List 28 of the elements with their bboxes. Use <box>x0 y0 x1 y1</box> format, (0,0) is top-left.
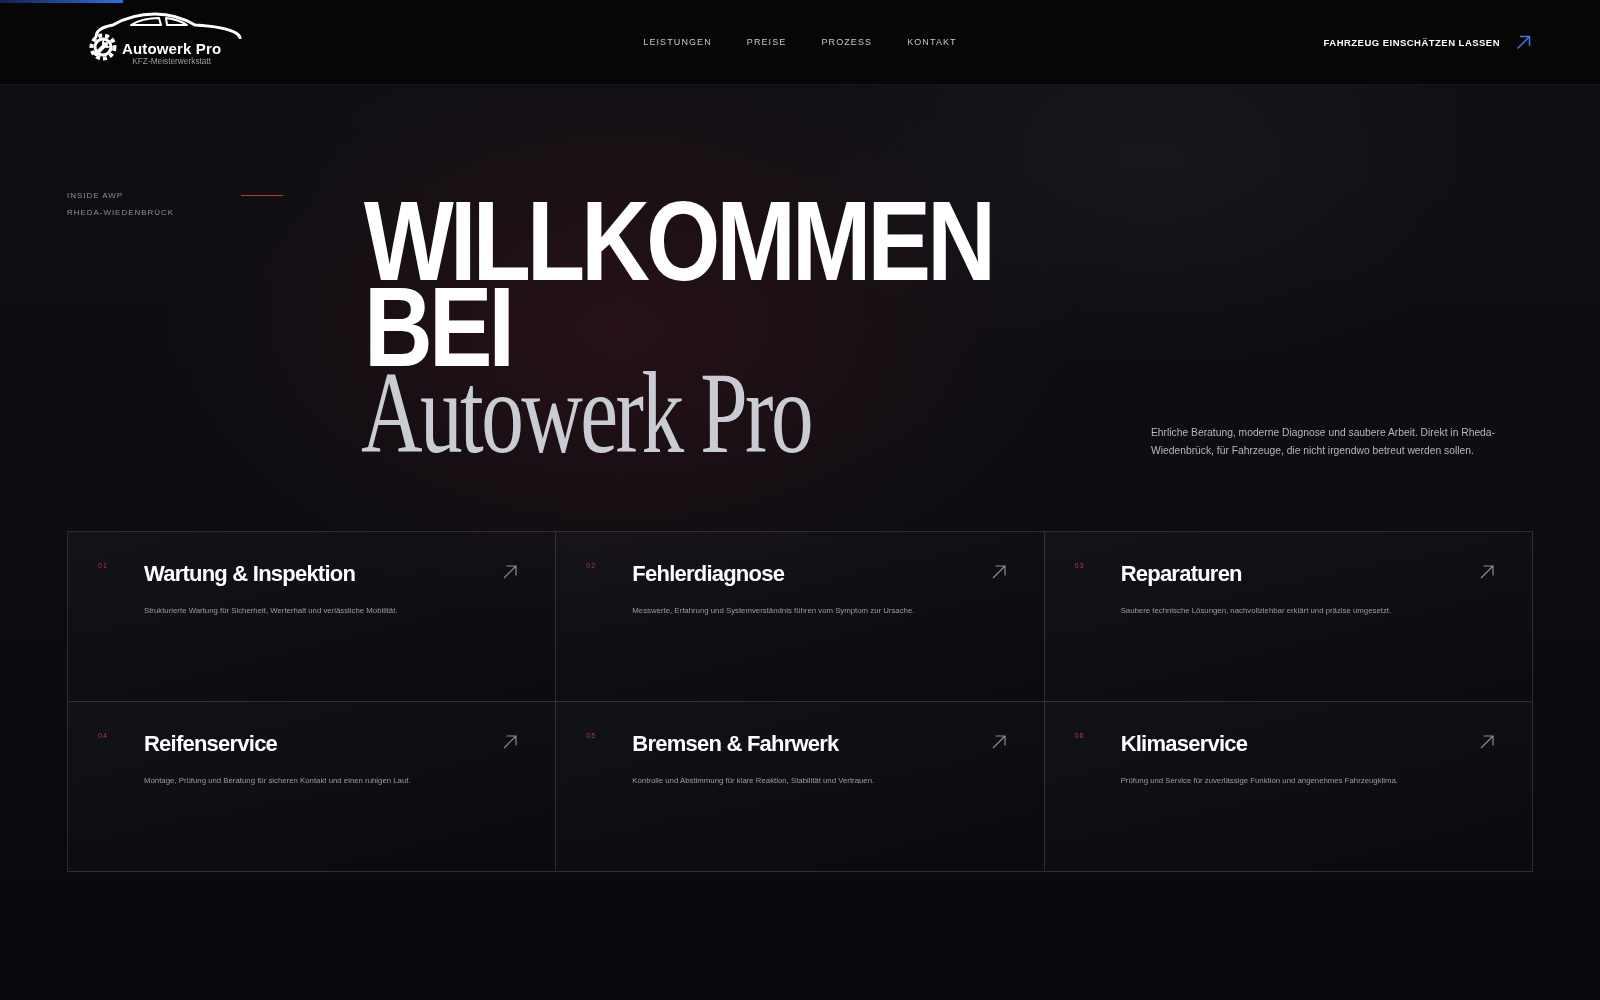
eyebrow-label: INSIDE AWP <box>67 190 123 202</box>
accent-line <box>241 195 283 196</box>
intro-paragraph: Ehrliche Beratung, moderne Diagnose und saubere Arbeit. Direkt in Rheda-Wiedenbrück, für Fahrzeuge, die nicht irgendwo betreut werden sollen. <box>1151 426 1496 458</box>
service-title: Bremsen & Fahrwerk <box>632 731 839 757</box>
arrow-up-right-icon <box>991 565 1006 579</box>
service-title: Reifenservice <box>144 731 278 757</box>
nav-link[interactable]: LEISTUNGEN <box>643 37 712 47</box>
arrow-up-right-icon <box>503 565 518 579</box>
arrow-up-right-icon <box>991 735 1006 749</box>
service-title: Reparaturen <box>1120 561 1242 587</box>
nav-link[interactable]: PREISE <box>746 37 787 47</box>
service-title: Wartung & Inspektion <box>144 561 356 587</box>
service-title: Fehlerdiagnose <box>632 561 785 587</box>
arrow-up-right-icon <box>1480 735 1494 749</box>
brand-tagline: KFZ-Meisterwerkstatt <box>132 56 212 66</box>
gear-wrench-icon <box>89 33 117 61</box>
service-title: Klimaservice <box>1120 731 1248 757</box>
eyebrow-label: RHEDA-WIEDENBRÜCK <box>67 207 174 219</box>
nav-link[interactable]: KONTAKT <box>907 37 957 47</box>
hero-brand-heading: Autowerk Pro <box>361 370 812 456</box>
brand-name[interactable]: Autowerk Pro <box>122 41 222 56</box>
arrow-up-right-icon <box>503 735 518 749</box>
nav-link[interactable]: PROZESS <box>821 37 873 47</box>
arrow-up-right-icon <box>1516 34 1531 50</box>
arrow-up-right-icon <box>1480 565 1494 579</box>
cta-link[interactable]: FAHRZEUG EINSCHÄTZEN LASSEN <box>1323 34 1531 50</box>
hero-heading: WILLKOMMEN BEI <box>364 198 994 370</box>
car-outline-icon <box>93 12 243 39</box>
